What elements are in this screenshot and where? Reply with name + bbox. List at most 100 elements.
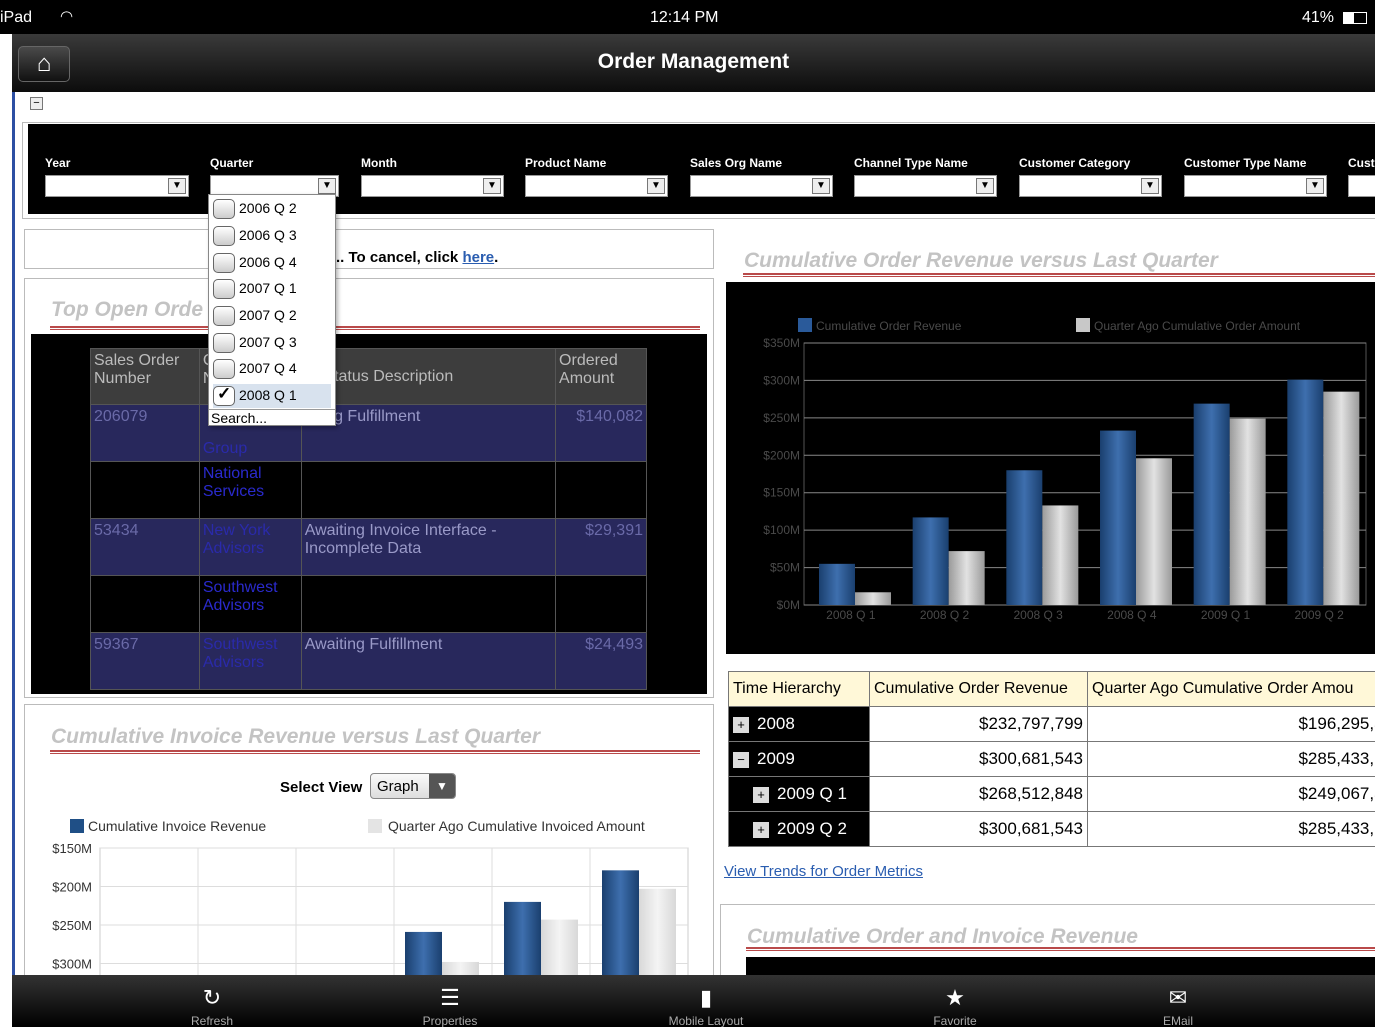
y-tick-label: $200M xyxy=(763,448,800,462)
bar-quarter-ago-invoiced xyxy=(442,961,479,975)
hierarchy-cell[interactable]: −2009 xyxy=(728,741,870,777)
cancel-message-panel: .. To cancel, click here. xyxy=(24,229,714,269)
table-row[interactable]: 206079 Group aiting Fulfillment $140,082 xyxy=(90,404,647,462)
bar-quarter-ago xyxy=(1323,391,1360,605)
legend-label: Quarter Ago Cumulative Invoiced Amount xyxy=(388,818,645,834)
year-select[interactable]: ▼ xyxy=(45,175,189,197)
quarter-option[interactable]: 2007 Q 1 xyxy=(213,277,331,301)
view-trends-link[interactable]: View Trends for Order Metrics xyxy=(724,863,923,880)
table-header-row: Sales Order Number C N er Status Descrip… xyxy=(90,348,647,405)
expand-icon[interactable]: + xyxy=(733,717,749,733)
invoice-panel: Cumulative Invoice Revenue versus Last Q… xyxy=(24,704,714,975)
quarter-option[interactable]: 2006 Q 2 xyxy=(213,197,331,221)
table-row: −2009 $300,681,543 $285,433,18 xyxy=(728,741,1375,777)
hierarchy-label: 2009 xyxy=(757,749,795,768)
hierarchy-cell[interactable]: +2009 Q 1 xyxy=(728,776,870,812)
order-invoice-panel: Cumulative Order and Invoice Revenue xyxy=(720,904,1375,975)
x-tick-label: 2008 Q 1 xyxy=(826,608,876,622)
order-number-cell: 53434 xyxy=(90,518,200,576)
channel-select[interactable]: ▼ xyxy=(854,175,997,197)
tab-email[interactable]: ✉ EMail xyxy=(1118,975,1238,1027)
list-icon: ☰ xyxy=(440,985,460,1010)
quarter-option[interactable]: 2007 Q 4 xyxy=(213,357,331,381)
bar-quarter-ago xyxy=(1042,505,1079,605)
legend-swatch-blue xyxy=(798,318,812,332)
quarter-option[interactable]: 2006 Q 3 xyxy=(213,224,331,248)
wifi-icon: ◠ xyxy=(60,8,74,25)
tab-mobile-layout[interactable]: ▮ Mobile Layout xyxy=(646,975,766,1027)
table-row: +2008 $232,797,799 $196,295,30 xyxy=(728,706,1375,742)
quarter-option[interactable]: 2006 Q 4 xyxy=(213,251,331,275)
col-header: Ordered Amount xyxy=(555,348,647,405)
refresh-icon: ↻ xyxy=(202,985,222,1010)
month-select[interactable]: ▼ xyxy=(361,175,504,197)
status-bar: iPad ◠ 12:14 PM 41% xyxy=(0,0,1375,34)
table-row[interactable]: 53434 New York Advisors Awaiting Invoice… xyxy=(90,518,647,576)
bar-quarter-ago-invoiced xyxy=(639,888,676,975)
revenue-cell: $300,681,543 xyxy=(869,741,1088,777)
quarter-option[interactable]: 2007 Q 2 xyxy=(213,304,331,328)
battery-percent: 41% xyxy=(1302,9,1335,26)
dropdown-search[interactable]: Search... xyxy=(209,409,335,426)
amount-cell: $24,493 xyxy=(555,632,647,690)
expand-icon[interactable]: + xyxy=(753,787,769,803)
status-cell: Awaiting Fulfillment xyxy=(300,632,557,690)
hierarchy-label: 2009 Q 2 xyxy=(777,819,847,838)
checkbox[interactable] xyxy=(213,359,235,379)
product-select[interactable]: ▼ xyxy=(525,175,668,197)
revenue-cell: $300,681,543 xyxy=(869,811,1088,847)
collapse-icon[interactable]: − xyxy=(733,752,749,768)
customer-category-select[interactable]: ▼ xyxy=(1019,175,1162,197)
checkbox[interactable] xyxy=(213,333,235,353)
amount-cell xyxy=(555,461,647,519)
bar-quarter-ago xyxy=(855,592,891,605)
dropdown-arrow-icon: ▼ xyxy=(812,178,830,194)
tab-label: EMail xyxy=(1162,1014,1193,1027)
y-tick-label: $100M xyxy=(763,523,800,537)
cust-select[interactable] xyxy=(1348,175,1375,197)
checkbox-checked[interactable]: ✓ xyxy=(213,384,235,406)
checkbox[interactable] xyxy=(213,226,235,246)
checkbox[interactable] xyxy=(213,279,235,299)
dropdown-arrow-icon: ▼ xyxy=(647,178,665,194)
bar-quarter-ago xyxy=(1229,418,1266,605)
option-label: 2006 Q 2 xyxy=(239,200,297,216)
table-row[interactable]: Southwest Advisors xyxy=(90,575,647,633)
top-orders-title: Top Open Orde xyxy=(51,298,204,321)
bar-order-revenue xyxy=(912,517,949,605)
quarter-option-selected[interactable]: ✓ 2008 Q 1 xyxy=(213,384,331,408)
dashboard-content: − Year Quarter Month Product Name Sales … xyxy=(12,92,1375,975)
table-row[interactable]: National Services xyxy=(90,461,647,519)
y-tick-label: $300M xyxy=(763,373,800,387)
view-select[interactable]: Graph ▼ xyxy=(370,773,456,799)
tab-properties[interactable]: ☰ Properties xyxy=(390,975,510,1027)
expand-icon[interactable]: + xyxy=(753,822,769,838)
status-cell xyxy=(300,575,557,633)
hierarchy-cell[interactable]: +2008 xyxy=(728,706,870,742)
sales-org-select[interactable]: ▼ xyxy=(690,175,833,197)
customer-type-select[interactable]: ▼ xyxy=(1184,175,1327,197)
title-rule xyxy=(50,326,700,330)
cancel-link[interactable]: here xyxy=(462,249,494,266)
y-tick-label: $50M xyxy=(770,561,800,575)
quarter-option[interactable]: 2007 Q 3 xyxy=(213,331,331,355)
customer-cell[interactable]: Southwest Advisors xyxy=(198,632,302,690)
collapse-icon[interactable]: − xyxy=(30,97,43,110)
table-row[interactable]: 59367 Southwest Advisors Awaiting Fulfil… xyxy=(90,632,647,690)
tab-refresh[interactable]: ↻ Refresh xyxy=(152,975,272,1027)
y-tick-label: $0M xyxy=(777,598,800,612)
checkbox[interactable] xyxy=(213,306,235,326)
hierarchy-cell[interactable]: +2009 Q 2 xyxy=(728,811,870,847)
col-header: Time Hierarchy xyxy=(728,671,870,707)
tab-favorite[interactable]: ★ Favorite xyxy=(895,975,1015,1027)
customer-cell[interactable]: Southwest Advisors xyxy=(198,575,302,633)
tab-label: Favorite xyxy=(933,1014,977,1027)
customer-cell[interactable]: National Services xyxy=(198,461,302,519)
x-tick-label: 2008 Q 4 xyxy=(1107,608,1157,622)
title-rule xyxy=(743,273,1375,277)
checkbox[interactable] xyxy=(213,253,235,273)
customer-cell[interactable]: New York Advisors xyxy=(198,518,302,576)
dropdown-arrow-icon: ▼ xyxy=(1141,178,1159,194)
amount-cell xyxy=(555,575,647,633)
checkbox[interactable] xyxy=(213,199,235,219)
